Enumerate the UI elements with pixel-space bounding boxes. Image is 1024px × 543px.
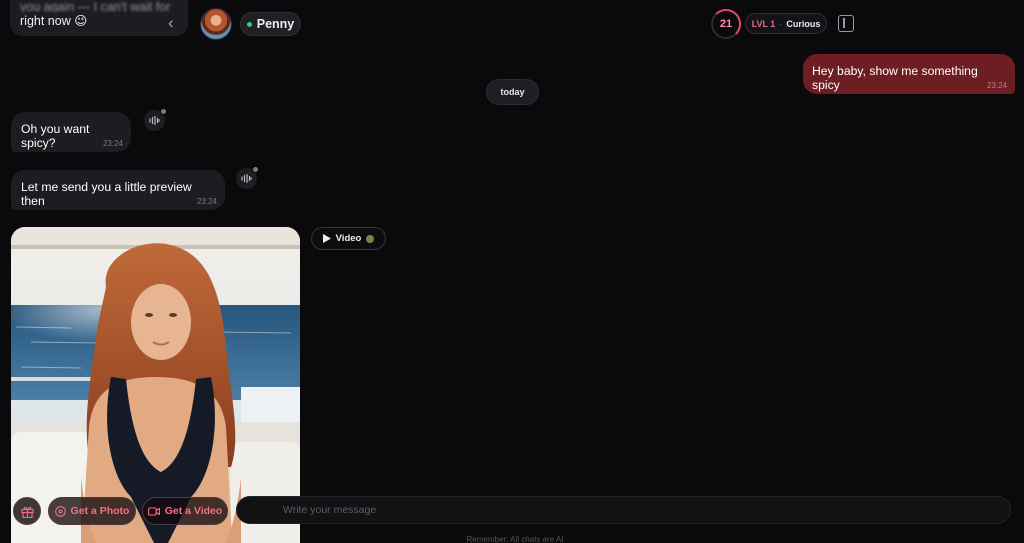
voice-play-icon[interactable]: [144, 108, 167, 131]
message-input[interactable]: Write your message: [236, 496, 1011, 524]
sidebar-toggle-icon[interactable]: [838, 15, 854, 32]
message-input-placeholder: Write your message: [283, 504, 377, 516]
get-video-button[interactable]: Get a Video: [142, 497, 228, 525]
affection-score-ring[interactable]: 21: [711, 9, 741, 39]
avatar[interactable]: [200, 8, 232, 40]
message-time: 23:24: [102, 139, 123, 148]
message-text: Oh you want spicy?: [21, 122, 90, 150]
gift-button[interactable]: [13, 497, 41, 525]
play-icon: [322, 234, 331, 243]
level-separator: ·: [779, 18, 783, 29]
coin-icon: [160, 108, 167, 115]
get-video-label: Get a Video: [164, 505, 223, 517]
outgoing-message: Hey baby, show me something spicy 23:24: [803, 54, 1015, 94]
level-badge[interactable]: LVL 1 · Curious: [745, 13, 827, 34]
get-photo-button[interactable]: Get a Photo: [48, 497, 136, 525]
online-status-dot: [246, 21, 252, 27]
incoming-message: Let me send you a little preview then 23…: [11, 170, 225, 210]
incoming-message: Oh you want spicy? 23:24: [11, 112, 131, 152]
character-name: Penny: [256, 17, 295, 31]
previous-message-bubble: you again — I can't wait for you to see …: [10, 0, 188, 36]
disclaimer-text: Remember: All chats are AI: [466, 535, 564, 543]
video-unlock-button[interactable]: Video: [311, 227, 386, 250]
date-label: today: [500, 87, 525, 97]
previous-message-line: right now 😉: [20, 14, 88, 28]
coin-icon: [252, 166, 259, 173]
gift-icon: [20, 506, 34, 518]
relationship-stage: Curious: [786, 18, 821, 29]
previous-message-line: you again — I can't wait for you to see …: [20, 0, 171, 12]
message-text: Let me send you a little preview then: [21, 180, 192, 208]
character-name-pill[interactable]: Penny: [240, 12, 301, 36]
coin-icon: [366, 234, 375, 243]
message-time: 23:24: [986, 81, 1007, 90]
voice-play-icon[interactable]: [236, 166, 259, 189]
message-time: 23:24: [196, 197, 217, 206]
score-value: 21: [719, 18, 733, 30]
get-photo-label: Get a Photo: [70, 505, 130, 517]
video-camera-icon: [147, 506, 160, 516]
date-divider: today: [486, 79, 539, 105]
message-text: Hey baby, show me something spicy: [812, 64, 978, 92]
image-icon: [54, 505, 66, 517]
chevron-left-icon[interactable]: ‹: [168, 14, 182, 32]
video-button-label: Video: [335, 233, 362, 244]
level-label: LVL 1: [751, 18, 776, 29]
